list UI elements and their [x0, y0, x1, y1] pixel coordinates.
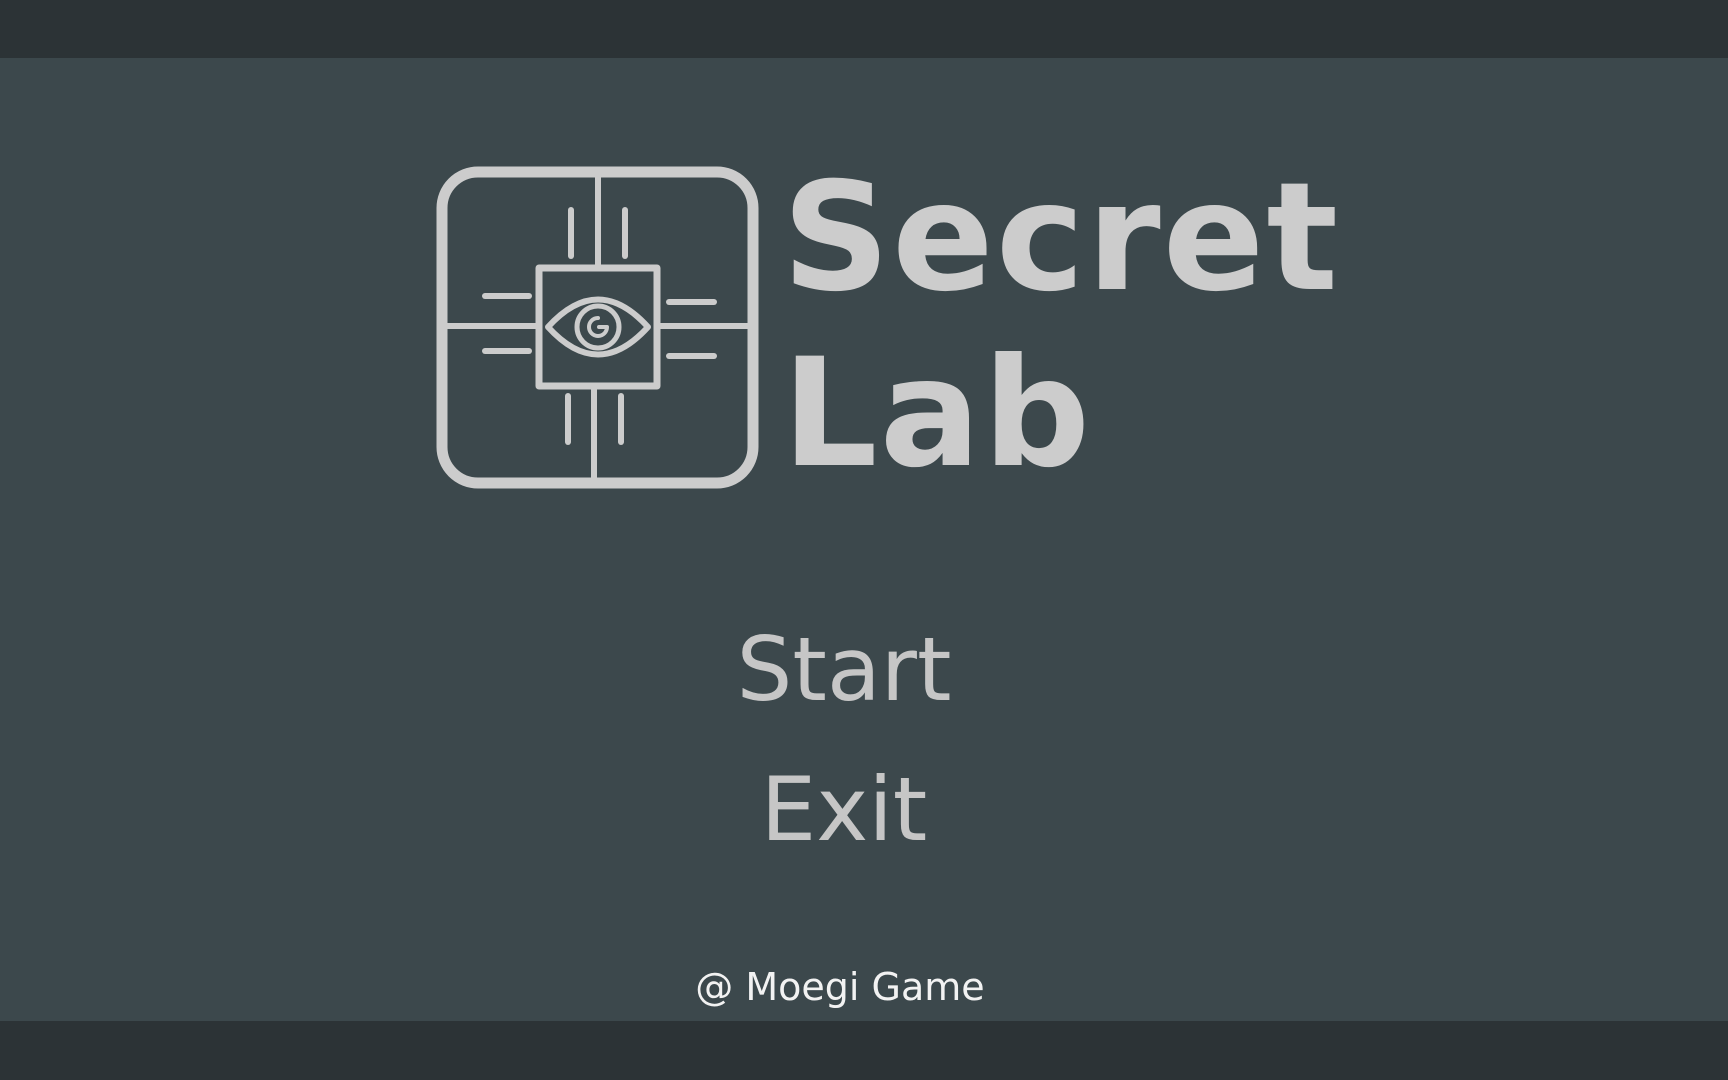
game-screen: Secret Lab Start Exit @ Moegi Game [0, 0, 1728, 1080]
game-title: Secret Lab [782, 150, 1340, 502]
copyright-credit: @ Moegi Game [695, 965, 985, 1009]
title-line-2: Lab [782, 327, 1093, 501]
exit-button[interactable]: Exit [761, 740, 928, 880]
title-line-1: Secret [782, 151, 1341, 325]
letterbox-top [0, 0, 1728, 58]
start-button[interactable]: Start [737, 600, 952, 740]
main-menu: Start Exit [0, 600, 1688, 880]
eye-chip-icon [436, 166, 759, 489]
letterbox-bottom [0, 1021, 1728, 1080]
